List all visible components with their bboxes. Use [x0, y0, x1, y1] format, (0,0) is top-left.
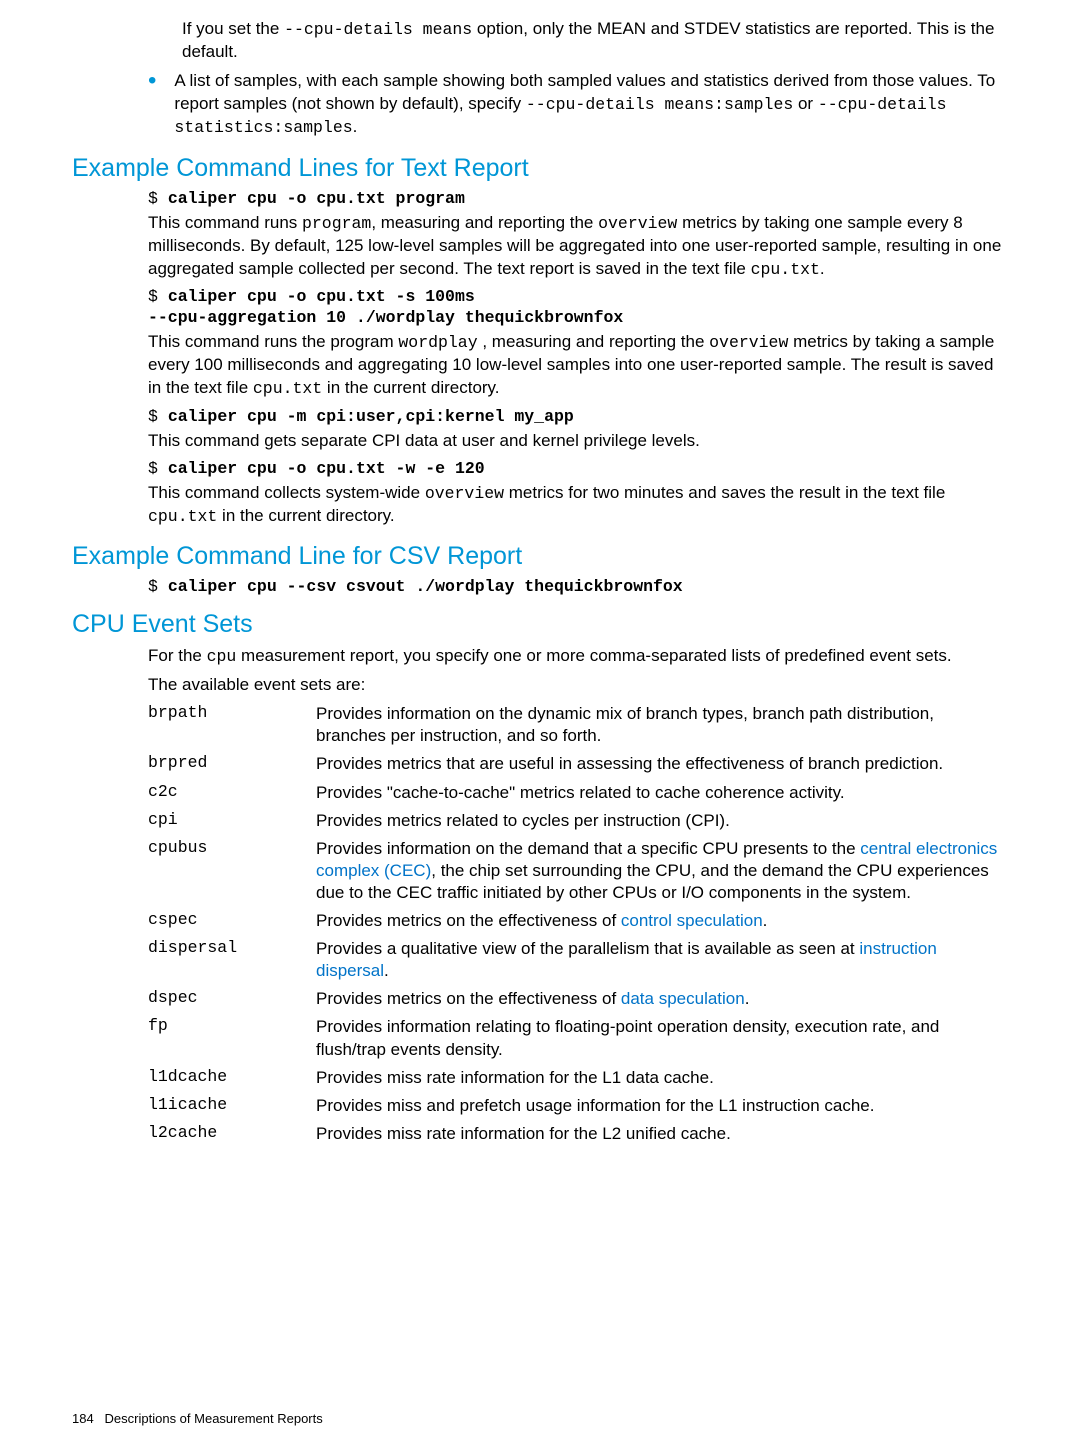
code-inline: cpu: [207, 647, 237, 666]
code-inline: --cpu-details means:samples: [526, 95, 793, 114]
def-term: dispersal: [148, 938, 316, 982]
def-row-c2c: c2c Provides "cache-to-cache" metrics re…: [148, 782, 1008, 804]
text: Provides information on the demand that …: [316, 839, 860, 858]
def-term: c2c: [148, 782, 316, 804]
bullet-item: • A list of samples, with each sample sh…: [148, 70, 1008, 139]
text: If you set the: [182, 19, 284, 38]
text: This command runs: [148, 213, 302, 232]
code-inline: --cpu-details means: [284, 20, 472, 39]
code-inline: cpu.txt: [253, 379, 322, 398]
text: metrics for two minutes and saves the re…: [504, 483, 945, 502]
text: .: [763, 911, 768, 930]
paragraph: This command runs the program wordplay ,…: [148, 331, 1008, 400]
text: For the: [148, 646, 207, 665]
text: Provides metrics on the effectiveness of: [316, 911, 621, 930]
text: in the current directory.: [217, 506, 394, 525]
code-inline: overview: [598, 214, 677, 233]
def-row-l1dcache: l1dcache Provides miss rate information …: [148, 1067, 1008, 1089]
def-term: cpi: [148, 810, 316, 832]
def-body: Provides metrics that are useful in asse…: [316, 753, 1008, 775]
def-body: Provides miss rate information for the L…: [316, 1067, 1008, 1089]
intro-paragraph: If you set the --cpu-details means optio…: [182, 18, 1008, 64]
def-term: cspec: [148, 910, 316, 932]
def-row-cspec: cspec Provides metrics on the effectiven…: [148, 910, 1008, 932]
def-row-cpi: cpi Provides metrics related to cycles p…: [148, 810, 1008, 832]
code-inline: wordplay: [398, 333, 477, 352]
def-body: Provides metrics related to cycles per i…: [316, 810, 1008, 832]
command-line: $ caliper cpu --csv csvout ./wordplay th…: [148, 577, 1008, 596]
text: Provides a qualitative view of the paral…: [316, 939, 859, 958]
paragraph: This command collects system-wide overvi…: [148, 482, 1008, 529]
command-line: $ caliper cpu -o cpu.txt -s 100ms: [148, 287, 1008, 306]
command-line: $ caliper cpu -o cpu.txt -w -e 120: [148, 459, 1008, 478]
def-row-l2cache: l2cache Provides miss rate information f…: [148, 1123, 1008, 1145]
page: If you set the --cpu-details means optio…: [0, 18, 1080, 1456]
text: .: [745, 989, 750, 1008]
def-row-l1icache: l1icache Provides miss and prefetch usag…: [148, 1095, 1008, 1117]
text: measurement report, you specify one or m…: [236, 646, 951, 665]
page-footer: 184 Descriptions of Measurement Reports: [72, 1411, 323, 1426]
def-body: Provides information on the dynamic mix …: [316, 703, 1008, 747]
def-row-fp: fp Provides information relating to floa…: [148, 1016, 1008, 1060]
def-row-dispersal: dispersal Provides a qualitative view of…: [148, 938, 1008, 982]
definition-list: brpath Provides information on the dynam…: [148, 703, 1008, 1145]
text: , measuring and reporting the: [371, 213, 598, 232]
heading-example-csv-report: Example Command Line for CSV Report: [72, 542, 1008, 571]
text: , measuring and reporting the: [478, 332, 710, 351]
command-line: $ caliper cpu -m cpi:user,cpi:kernel my_…: [148, 407, 1008, 426]
def-row-brpred: brpred Provides metrics that are useful …: [148, 753, 1008, 775]
paragraph: The available event sets are:: [148, 674, 1008, 697]
link-control-speculation[interactable]: control speculation: [621, 911, 763, 930]
def-term: cpubus: [148, 838, 316, 904]
def-term: l1dcache: [148, 1067, 316, 1089]
def-term: l1icache: [148, 1095, 316, 1117]
page-number: 184: [72, 1411, 94, 1426]
def-body: Provides miss and prefetch usage informa…: [316, 1095, 1008, 1117]
def-row-dspec: dspec Provides metrics on the effectiven…: [148, 988, 1008, 1010]
def-body: Provides miss rate information for the L…: [316, 1123, 1008, 1145]
code-inline: cpu.txt: [148, 507, 217, 526]
code-inline: overview: [425, 484, 504, 503]
text: .: [384, 961, 389, 980]
code-inline: overview: [709, 333, 788, 352]
def-row-cpubus: cpubus Provides information on the deman…: [148, 838, 1008, 904]
command-line: --cpu-aggregation 10 ./wordplay thequick…: [148, 308, 1008, 327]
text: in the current directory.: [322, 378, 499, 397]
bullet-content: A list of samples, with each sample show…: [174, 70, 1008, 139]
bullet-icon: •: [148, 70, 156, 139]
heading-example-text-report: Example Command Lines for Text Report: [72, 154, 1008, 183]
def-term: dspec: [148, 988, 316, 1010]
paragraph: For the cpu measurement report, you spec…: [148, 645, 1008, 668]
def-body: Provides "cache-to-cache" metrics relate…: [316, 782, 1008, 804]
link-data-speculation[interactable]: data speculation: [621, 989, 745, 1008]
def-term: brpred: [148, 753, 316, 775]
code-inline: cpu.txt: [751, 260, 820, 279]
code-inline: program: [302, 214, 371, 233]
text: Provides metrics on the effectiveness of: [316, 989, 621, 1008]
text: .: [353, 117, 358, 136]
text: This command collects system-wide: [148, 483, 425, 502]
text: This command runs the program: [148, 332, 398, 351]
command-line: $ $ caliper cpu -o cpu.txt programcalipe…: [148, 189, 1008, 208]
heading-cpu-event-sets: CPU Event Sets: [72, 610, 1008, 639]
paragraph: This command gets separate CPI data at u…: [148, 430, 1008, 453]
paragraph: This command runs program, measuring and…: [148, 212, 1008, 281]
footer-title: Descriptions of Measurement Reports: [105, 1411, 323, 1426]
text: .: [820, 259, 825, 278]
def-term: l2cache: [148, 1123, 316, 1145]
def-row-brpath: brpath Provides information on the dynam…: [148, 703, 1008, 747]
def-body: Provides metrics on the effectiveness of…: [316, 988, 1008, 1010]
def-term: fp: [148, 1016, 316, 1060]
def-body: Provides information on the demand that …: [316, 838, 1008, 904]
def-body: Provides a qualitative view of the paral…: [316, 938, 1008, 982]
def-term: brpath: [148, 703, 316, 747]
def-body: Provides metrics on the effectiveness of…: [316, 910, 1008, 932]
text: or: [793, 94, 818, 113]
def-body: Provides information relating to floatin…: [316, 1016, 1008, 1060]
